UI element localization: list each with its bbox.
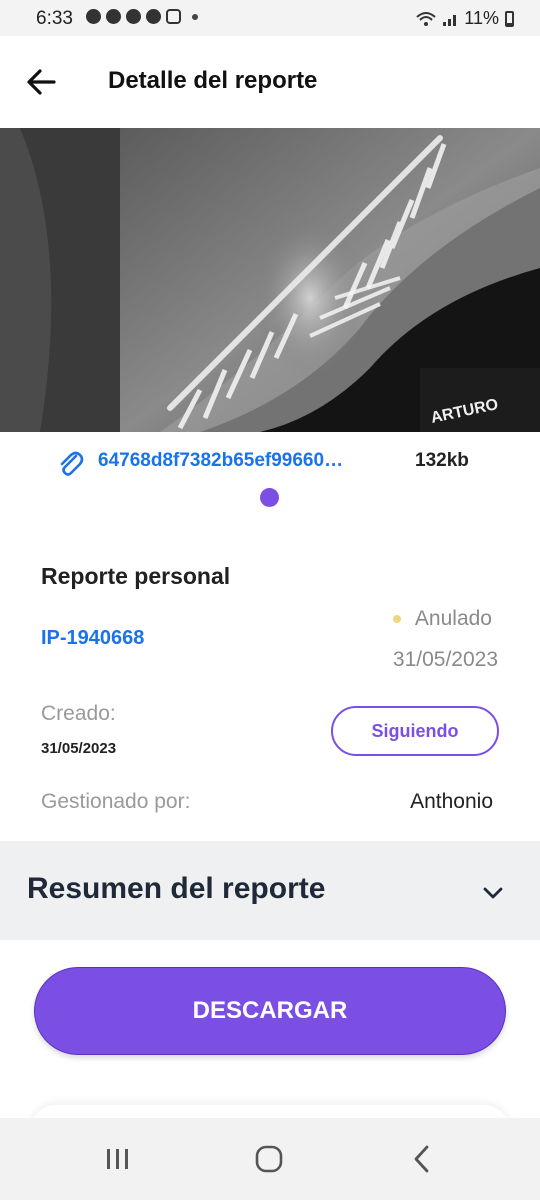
home-icon[interactable] xyxy=(255,1145,283,1173)
snapchat-icon xyxy=(126,9,141,24)
battery-percent: 11% xyxy=(464,8,499,28)
created-label: Creado: xyxy=(41,702,116,725)
report-id[interactable]: IP-1940668 xyxy=(41,627,144,650)
status-badge: Anulado xyxy=(392,607,492,631)
paperclip-icon xyxy=(60,451,84,476)
snapchat-icon xyxy=(106,9,121,24)
battery-icon xyxy=(505,10,514,27)
chevron-down-icon[interactable] xyxy=(479,879,507,907)
created-date: 31/05/2023 xyxy=(41,740,117,757)
report-date: 31/05/2023 xyxy=(392,648,498,671)
xray-picture: ARTURO xyxy=(0,128,540,432)
report-type: Reporte personal xyxy=(41,563,231,589)
messenger-icon xyxy=(86,9,101,24)
system-navigation-bar xyxy=(0,1118,540,1200)
arrow-left-icon[interactable] xyxy=(22,62,62,102)
back-nav-icon[interactable] xyxy=(408,1144,436,1174)
summary-title: Resumen del reporte xyxy=(27,872,326,905)
attachment-row[interactable]: 64768d8f7382b65ef99660… 132kb xyxy=(0,444,540,480)
carousel-indicator xyxy=(260,488,279,507)
following-button[interactable]: Siguiendo xyxy=(331,706,499,756)
status-dot-icon xyxy=(392,615,401,623)
report-summary-accordion[interactable]: Resumen del reporte xyxy=(0,841,540,940)
report-image[interactable]: ARTURO xyxy=(0,128,540,432)
managed-by-name: Anthonio xyxy=(410,790,493,813)
download-button[interactable]: DESCARGAR xyxy=(34,967,506,1055)
attachment-file-name[interactable]: 64768d8f7382b65ef99660… xyxy=(98,450,403,472)
wifi-icon xyxy=(416,11,436,26)
signal-icon xyxy=(443,14,457,26)
page-title: Detalle del reporte xyxy=(108,67,318,94)
attachment-file-size: 132kb xyxy=(415,450,469,471)
whatsapp-icon xyxy=(146,9,161,24)
managed-by-label: Gestionado por: xyxy=(41,790,191,813)
status-time: 6:33 xyxy=(36,8,73,29)
status-text: Anulado xyxy=(414,607,492,630)
instagram-icon xyxy=(166,9,181,24)
notification-icons xyxy=(86,9,198,24)
recent-apps-icon[interactable] xyxy=(104,1146,132,1172)
system-icons: 11% xyxy=(416,8,514,29)
dot-icon xyxy=(192,14,198,20)
app-bar: Detalle del reporte xyxy=(0,36,540,128)
status-bar: 6:33 11% xyxy=(0,0,540,36)
